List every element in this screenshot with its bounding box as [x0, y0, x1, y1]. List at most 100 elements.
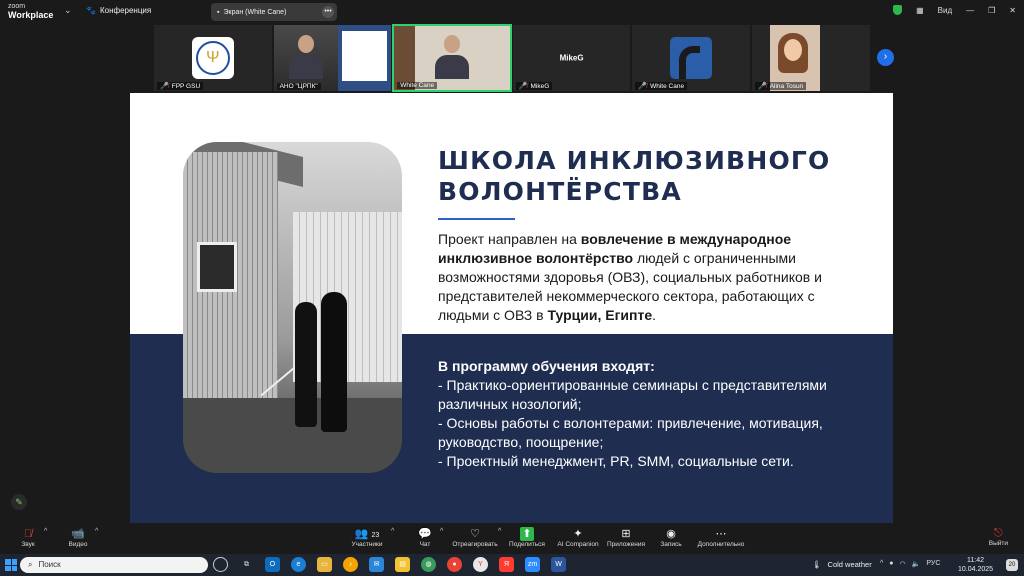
view-button[interactable]: Вид [938, 6, 952, 15]
share-button[interactable]: ⬆ Поделиться [507, 527, 547, 548]
share-screen-icon: ⬆ [520, 527, 534, 541]
participant-tile-active-speaker[interactable]: White Cane [392, 24, 512, 92]
record-icon: ◉ [666, 528, 676, 540]
record-button[interactable]: ◉ Запись [657, 527, 685, 548]
react-caret[interactable]: ^ [498, 528, 501, 535]
cortana-icon[interactable] [213, 557, 228, 572]
taskbar-apps: ⧉ O e ▭ ♪ ✉ ▤ ◍ ● Y Я zm W [213, 557, 566, 572]
participant-name: White Cane [400, 82, 435, 89]
search-icon: ⌕ [28, 560, 33, 569]
clock[interactable]: 11:42 10.04.2025 [958, 556, 993, 574]
participant-name: White Cane [650, 82, 685, 90]
participants-button[interactable]: 👥 23 Участники [346, 527, 388, 548]
program-heading: В программу обучения входят: [438, 358, 655, 374]
windows-start-icon[interactable] [5, 559, 17, 571]
file-explorer-icon[interactable]: ▭ [317, 557, 332, 572]
participants-icon: 👥 23 [354, 528, 380, 540]
sparkle-icon: ✦ [573, 528, 583, 540]
participant-strip: Ψ 🎤̸ FPP GSU АНО "ЦРПК" White Cane MikeG … [153, 24, 871, 92]
heart-icon: ♡ [470, 528, 480, 540]
chat-button[interactable]: 💬 Чат [414, 527, 436, 548]
speaker-icon[interactable]: 🔈 [912, 560, 921, 568]
apps-button[interactable]: ⊞ Приложения [604, 527, 648, 548]
apps-icon: ⊞ [621, 528, 631, 540]
white-cane-logo [670, 37, 713, 79]
participant-tile[interactable]: АНО "ЦРПК" [272, 24, 393, 92]
weather-widget[interactable]: 🌡 Cold weather [812, 560, 872, 569]
keyboard-language[interactable]: РУС [926, 560, 940, 568]
wifi-icon[interactable]: ◠ [900, 560, 906, 568]
leave-button[interactable]: ⎋ Выйти [989, 527, 1008, 547]
next-page-button[interactable]: › [877, 49, 894, 66]
participants-caret[interactable]: ^ [391, 528, 394, 535]
audio-options-caret[interactable]: ^ [44, 528, 47, 535]
meeting-controls: 🎙̸ Звук ^ 📹 Видео ^ 👥 23 Участники ^ 💬 Чат ^… [0, 524, 1024, 554]
taskbar-search[interactable]: ⌕ Поиск [20, 557, 208, 573]
paw-icon: 🐾 [86, 6, 96, 15]
chevron-down-icon[interactable]: ⌄ [64, 5, 72, 16]
notes-icon[interactable]: ▤ [395, 557, 410, 572]
exit-icon: ⎋ [994, 527, 1003, 539]
slide-title: ШКОЛА ИНКЛЮЗИВНОГО ВОЛОНТЁРСТВА [438, 146, 831, 206]
yandex-music-icon[interactable]: ♪ [343, 557, 358, 572]
close-icon[interactable]: ✕ [1009, 6, 1016, 15]
video-off-icon: 📹 [71, 528, 85, 540]
mic-off-icon: 🎤̸ [638, 83, 648, 90]
meeting-label: Конференция [99, 6, 152, 15]
window-controls: ▦ Вид — ❐ ✕ [893, 5, 1016, 15]
participant-tile[interactable]: 🎤̸ White Cane [631, 24, 751, 92]
ai-companion-button[interactable]: ✦ AI Companion [556, 527, 600, 548]
chevron-up-icon[interactable]: ^ [880, 560, 883, 568]
word-icon[interactable]: W [551, 557, 566, 572]
photos-icon[interactable]: ◍ [421, 557, 436, 572]
video-options-caret[interactable]: ^ [95, 528, 98, 535]
video-button[interactable]: 📹 Видео [64, 527, 92, 548]
outlook-icon[interactable]: O [265, 557, 280, 572]
chrome-icon[interactable]: ● [447, 557, 462, 572]
windows-taskbar: ⌕ Поиск ⧉ O e ▭ ♪ ✉ ▤ ◍ ● Y Я zm W 🌡 Cold … [0, 554, 1024, 576]
share-pill-label: Экран (White Cane) [223, 8, 287, 16]
edge-icon[interactable]: e [291, 557, 306, 572]
program-list: В программу обучения входят: - Практико-… [438, 357, 858, 471]
shared-screen-slide: ШКОЛА ИНКЛЮЗИВНОГО ВОЛОНТЁРСТВА Проект н… [130, 93, 893, 523]
meeting-info-button[interactable]: 🐾 Конференция [86, 6, 151, 15]
thermometer-icon: 🌡 [812, 560, 822, 569]
chat-caret[interactable]: ^ [440, 528, 443, 535]
task-view-icon[interactable]: ⧉ [239, 557, 254, 572]
participant-tile[interactable]: Ψ 🎤̸ FPP GSU [153, 24, 273, 92]
yandex-browser-icon[interactable]: Y [473, 557, 488, 572]
program-item: - Проектный менеджмент, PR, SMM, социаль… [438, 453, 794, 469]
title-underline [438, 218, 515, 220]
tray-app-icon[interactable]: ● [889, 560, 893, 568]
shield-icon[interactable] [893, 5, 903, 15]
participant-name: FPP GSU [171, 82, 201, 90]
mic-off-icon: 🎤̸ [757, 83, 767, 90]
video-feed [434, 35, 469, 81]
participant-tile[interactable]: MikeG 🎤̸ MikeG [511, 24, 632, 92]
annotate-pencil-icon[interactable]: ✎ [11, 494, 27, 510]
audio-button[interactable]: 🎙̸ Звук [16, 527, 40, 548]
yandex-icon[interactable]: Я [499, 557, 514, 572]
program-item: - Основы работы с волонтерами: привлечен… [438, 415, 823, 450]
system-tray: ^ ● ◠ 🔈 РУС [880, 560, 940, 568]
participant-tile[interactable]: 🎤̸ Alina Tosun [750, 24, 871, 92]
notification-badge[interactable]: 20 [1006, 559, 1018, 571]
restore-icon[interactable]: ❐ [988, 6, 995, 15]
participant-name: MikeG [530, 82, 550, 90]
grid-view-icon[interactable]: ▦ [916, 6, 924, 15]
minimize-icon[interactable]: — [966, 6, 974, 15]
chat-icon: 💬 [418, 528, 432, 540]
more-options-icon[interactable]: ••• [322, 6, 334, 18]
slide-description: Проект направлен на вовлечение в междуна… [438, 231, 822, 323]
screen-share-pill[interactable]: ▪ Экран (White Cane) ••• [211, 3, 337, 21]
more-icon: ⋯ [715, 528, 727, 540]
mic-off-icon: 🎤̸ [160, 83, 169, 90]
react-button[interactable]: ♡ Отреагировать [452, 527, 498, 548]
zoom-logo: zoom Workplace [8, 2, 53, 20]
participant-display-name: MikeG [559, 53, 584, 63]
participant-name: Alina Tosun [769, 82, 804, 90]
slide-photo [183, 142, 402, 473]
more-button[interactable]: ⋯ Дополнительно [696, 527, 746, 548]
zoom-icon[interactable]: zm [525, 557, 540, 572]
mail-icon[interactable]: ✉ [369, 557, 384, 572]
